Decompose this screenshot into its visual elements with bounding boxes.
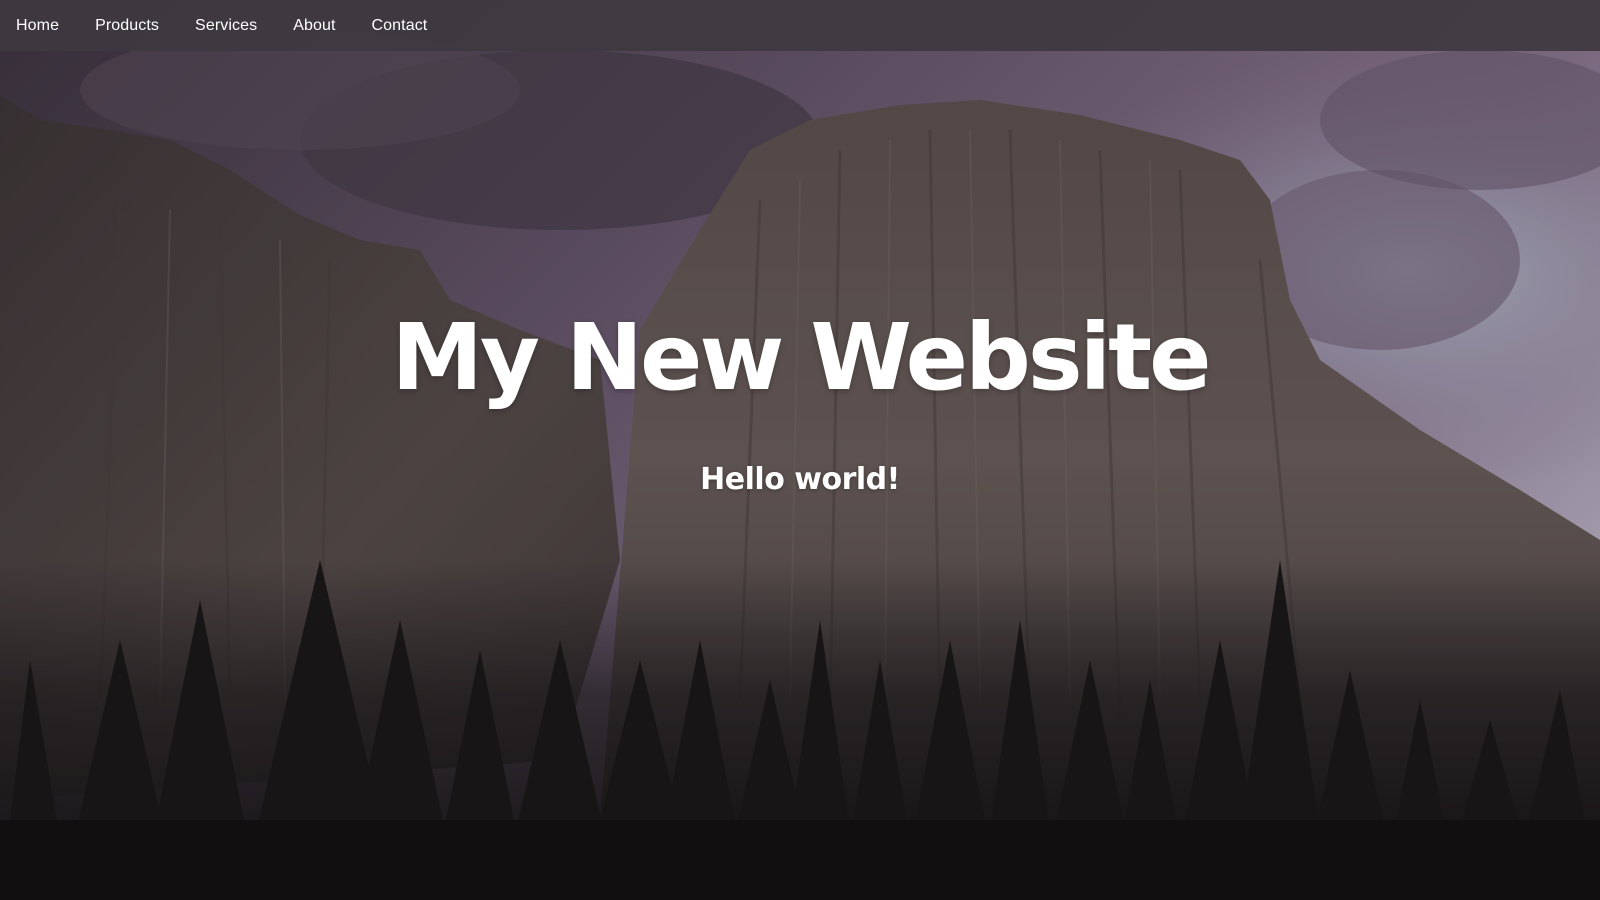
nav-link-services[interactable]: Services [195, 0, 257, 51]
nav-link-home[interactable]: Home [16, 0, 59, 51]
page: Home Products Services About Contact My … [0, 0, 1600, 900]
nav-link-about[interactable]: About [293, 0, 335, 51]
nav-link-contact[interactable]: Contact [372, 0, 428, 51]
nav-link-products[interactable]: Products [95, 0, 159, 51]
hero-background-image [0, 0, 1600, 900]
top-navbar: Home Products Services About Contact [0, 0, 1600, 51]
